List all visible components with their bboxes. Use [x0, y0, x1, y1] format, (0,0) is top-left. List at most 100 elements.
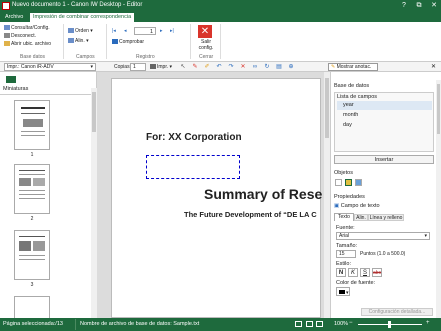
restore-icon[interactable]: ⧉: [412, 0, 426, 12]
show-annotations-button[interactable]: ✎ Mostrar anotac.: [328, 63, 378, 71]
print-button[interactable]: Impr. ▾: [150, 63, 172, 71]
thumbnail-page-number: 1: [30, 152, 34, 158]
selected-page-status: Página seleccionada:/13: [3, 321, 63, 327]
thumbnail-page-number: 3: [30, 282, 34, 288]
select-tool-icon[interactable]: ↖: [180, 64, 186, 70]
database-icon: [4, 25, 10, 31]
zoom-level: 100%: [334, 321, 349, 327]
window-title: Nuevo documento 1 - Canon IW Desktop - E…: [12, 2, 143, 8]
status-bar: Página seleccionada:/13 Nombre de archiv…: [0, 318, 441, 331]
font-select[interactable]: Arial ▾: [336, 232, 430, 240]
group-separator: [63, 24, 64, 59]
help-icon[interactable]: ?: [397, 0, 411, 12]
database-file-status: Nombre de archivo de base de datos: Samp…: [80, 321, 200, 327]
two-page-view-icon[interactable]: [306, 321, 313, 327]
group-label-database: Base datos: [20, 54, 46, 60]
annotate-icon[interactable]: ✎: [192, 64, 198, 70]
properties-panel: Base de datos Lista de campos year month…: [330, 72, 441, 318]
thumbnail-page-4[interactable]: [14, 296, 50, 318]
bold-icon[interactable]: N: [336, 268, 346, 277]
field-list-label: Lista de campos: [337, 94, 378, 100]
tab-mail-merge[interactable]: Impresión de combinar correspondencia: [30, 13, 135, 22]
printer-select[interactable]: Impr.: Canon iR-ADV ▾: [4, 63, 96, 71]
disconnect-button[interactable]: Desconect.: [4, 33, 36, 39]
ribbon-tabs: Archivo Impresión de combinar correspond…: [0, 12, 441, 22]
thumbnail-page-1[interactable]: [14, 100, 50, 150]
redo-icon[interactable]: ↷: [228, 64, 234, 70]
zoom-slider-thumb[interactable]: [388, 321, 391, 328]
field-item[interactable]: day: [337, 121, 432, 130]
chevron-down-icon: ▾: [424, 233, 427, 239]
object-text-icon[interactable]: [345, 179, 352, 186]
properties-label: Propiedades: [334, 194, 365, 200]
check-button[interactable]: Comprobar: [112, 39, 144, 45]
exit-config-icon[interactable]: ✕: [198, 25, 212, 38]
order-button[interactable]: Orden ▾: [68, 28, 93, 34]
next-record-icon[interactable]: ▸: [160, 28, 163, 34]
document-title: Summary of Rese: [204, 186, 323, 202]
font-color-picker[interactable]: ▾: [336, 287, 350, 296]
objects-label: Objetos: [334, 170, 353, 176]
detailed-settings-button[interactable]: Configuración detallada...: [361, 308, 433, 316]
object-select-icon[interactable]: [335, 179, 342, 186]
tab-archivo[interactable]: Archivo: [2, 13, 26, 22]
close-icon[interactable]: ✕: [427, 0, 441, 12]
zoom-icon[interactable]: ⊕: [288, 64, 294, 70]
italic-icon[interactable]: K: [348, 268, 358, 277]
copies-label: Copias: [114, 64, 130, 70]
strikethrough-icon[interactable]: abc: [372, 268, 382, 277]
divider: [75, 319, 76, 330]
thumbnail-page-number: 2: [30, 216, 34, 222]
align-icon: [68, 38, 74, 44]
tab-line-fill[interactable]: Línea y relleno: [368, 214, 404, 221]
prev-record-icon[interactable]: ◂: [124, 28, 127, 34]
check-icon: [112, 39, 118, 45]
style-label: Estilo:: [336, 261, 351, 267]
merge-text-field[interactable]: [146, 155, 240, 179]
thumbnail-page-2[interactable]: [14, 164, 50, 214]
zoom-in-icon[interactable]: +: [426, 320, 430, 326]
undo-icon[interactable]: ↶: [216, 64, 222, 70]
exit-config-button[interactable]: Salir config.: [197, 39, 215, 51]
thumbnail-page-3[interactable]: [14, 230, 50, 280]
group-separator: [190, 24, 191, 59]
chevron-down-icon: ▾: [90, 64, 93, 70]
delete-icon[interactable]: ✕: [240, 64, 246, 70]
fit-width-icon[interactable]: [316, 321, 323, 327]
align-button[interactable]: Alin. ▾: [68, 38, 89, 44]
size-hint: Puntos (1.0 a 500.0): [360, 251, 406, 257]
record-number-input[interactable]: 1: [134, 27, 156, 35]
insert-button[interactable]: Insertar: [334, 155, 434, 164]
rotate-icon[interactable]: ↻: [264, 64, 270, 70]
addressee-text: For: XX Corporation: [146, 132, 242, 143]
link-icon[interactable]: ∞: [252, 64, 258, 70]
consult-config-button[interactable]: Consultar/Config.: [4, 25, 50, 31]
properties-scrollbar[interactable]: [436, 80, 441, 318]
document-area: For: XX Corporation Summary of Rese The …: [97, 72, 330, 318]
thumbnails-tab-icon[interactable]: [6, 76, 16, 83]
field-item[interactable]: month: [337, 111, 432, 120]
page-icon[interactable]: ▤: [276, 64, 282, 70]
thumbnails-label: Miniaturas: [3, 86, 29, 92]
field-item[interactable]: year: [337, 101, 432, 110]
first-record-icon[interactable]: |◂: [112, 28, 116, 34]
text-field-icon: ▣: [334, 203, 340, 209]
highlight-icon[interactable]: ✐: [204, 64, 210, 70]
disconnect-icon: [4, 33, 10, 39]
close-panel-icon[interactable]: ✕: [431, 63, 436, 70]
object-image-icon[interactable]: [355, 179, 362, 186]
page-view-icon[interactable]: [295, 321, 302, 327]
last-record-icon[interactable]: ▸|: [170, 28, 174, 34]
open-file-location-button[interactable]: Abrir ubic. archivo: [4, 41, 51, 47]
underline-icon[interactable]: S: [360, 268, 370, 277]
zoom-out-icon[interactable]: −: [349, 320, 353, 326]
tab-text[interactable]: Texto: [334, 213, 354, 221]
copies-input[interactable]: 1: [130, 63, 146, 71]
size-label: Tamaño:: [336, 243, 358, 249]
divider: [0, 94, 97, 95]
size-input[interactable]: 15: [336, 250, 356, 258]
document-page[interactable]: For: XX Corporation Summary of Rese The …: [111, 78, 323, 318]
font-label: Fuente:: [336, 225, 355, 231]
tab-align[interactable]: Alin.: [354, 214, 368, 221]
group-label-close: Cerrar: [199, 54, 214, 60]
